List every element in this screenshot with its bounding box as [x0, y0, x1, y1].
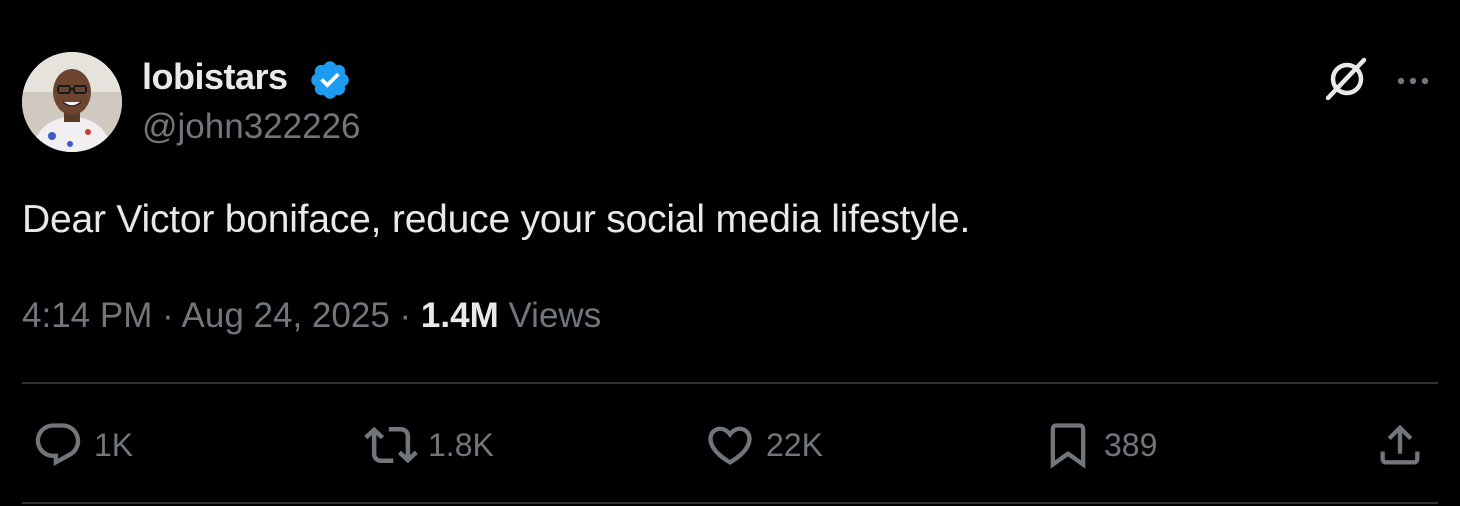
bookmark-button[interactable]: 389 — [1042, 418, 1157, 472]
tweet-text: Dear Victor boniface, reduce your social… — [22, 198, 971, 241]
bookmark-icon — [1050, 423, 1086, 469]
views-count[interactable]: 1.4M — [421, 296, 499, 335]
tweet-date[interactable]: Aug 24, 2025 — [182, 296, 390, 335]
avatar[interactable] — [22, 52, 122, 152]
like-button[interactable]: 22K — [704, 418, 823, 472]
divider-bottom — [22, 502, 1438, 504]
bookmark-count: 389 — [1104, 426, 1158, 463]
avatar-image — [22, 52, 122, 152]
tweet-time[interactable]: 4:14 PM — [22, 296, 152, 335]
reply-count: 1K — [94, 426, 134, 463]
meta-separator: · — [162, 296, 174, 335]
tweet-card: lobistars @john322226 Dear Victor bonifa… — [0, 0, 1460, 506]
share-button[interactable] — [1374, 418, 1426, 472]
display-name[interactable]: lobistars — [142, 56, 288, 98]
reply-button[interactable]: 1K — [32, 418, 133, 472]
heart-icon — [708, 426, 752, 465]
tweet-meta: 4:14 PM · Aug 24, 2025 · 1.4M Views — [22, 294, 601, 338]
like-count: 22K — [766, 426, 823, 463]
repost-icon — [364, 426, 418, 464]
share-icon — [1380, 424, 1420, 465]
views-label: Views — [508, 296, 602, 335]
divider — [22, 382, 1438, 384]
repost-button[interactable]: 1.8K — [364, 418, 494, 472]
reply-icon — [35, 423, 81, 467]
more-options-icon[interactable] — [1392, 60, 1434, 102]
grok-icon[interactable] — [1322, 54, 1372, 104]
user-handle[interactable]: @john322226 — [142, 106, 361, 148]
verified-badge-icon — [308, 58, 352, 102]
repost-count: 1.8K — [428, 426, 494, 463]
meta-separator: · — [399, 296, 412, 335]
